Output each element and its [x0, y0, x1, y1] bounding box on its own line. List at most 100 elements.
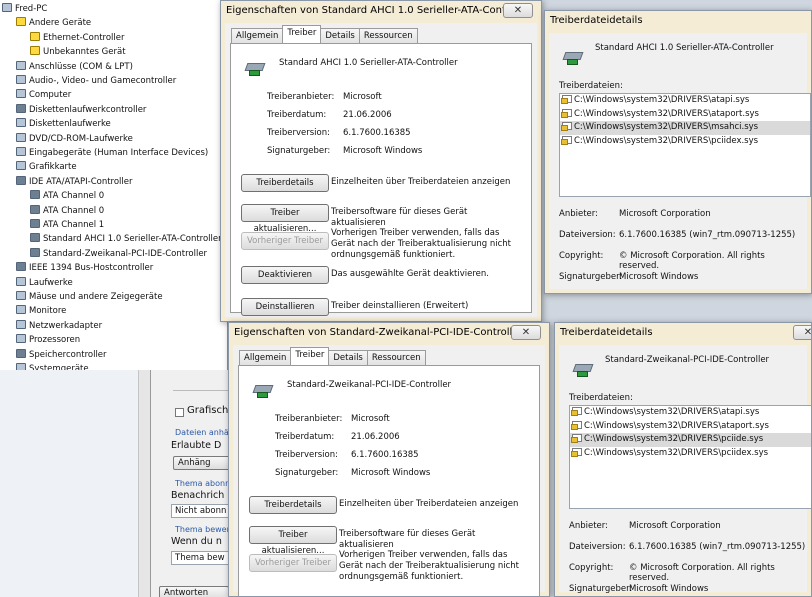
controller-icon	[16, 103, 26, 113]
mouse-icon	[16, 291, 26, 300]
window-titlebar[interactable]: Treiberdateidetails ✕	[555, 323, 811, 345]
tab-ressourcen[interactable]: Ressourcen	[358, 28, 418, 43]
tree-item-label: Monitore	[29, 306, 67, 317]
tree-item[interactable]: Computer	[16, 88, 71, 102]
action-button[interactable]: Deaktivieren	[241, 266, 329, 284]
tree-item[interactable]: Standard AHCI 1.0 Serieller-ATA-Controll…	[30, 232, 222, 246]
field-label: Treiberversion:	[267, 128, 330, 138]
tree-item[interactable]: Andere Geräte	[16, 16, 91, 30]
audio-icon	[16, 75, 26, 84]
driver-file-row[interactable]: C:\Windows\system32\DRIVERS\ataport.sys	[560, 108, 810, 122]
tree-item[interactable]: Eingabegeräte (Human Interface Devices)	[16, 146, 208, 160]
tab-details[interactable]: Details	[320, 28, 360, 43]
checkbox[interactable]	[175, 408, 184, 417]
action-button[interactable]: Vorheriger Treiber	[249, 554, 337, 572]
action-description: Vorherigen Treiber verwenden, falls das …	[331, 228, 512, 260]
controller-icon	[562, 47, 585, 67]
tab-treiber[interactable]: Treiber	[282, 25, 322, 43]
tab-strip: Allgemein Treiber Details Ressourcen	[231, 25, 418, 43]
group-label-subscribe: Thema abonn	[175, 479, 231, 488]
field-label: Treiberdatum:	[267, 110, 327, 120]
tree-item[interactable]: ATA Channel 0	[30, 204, 104, 218]
action-button[interactable]: Treiberdetails	[249, 496, 337, 514]
tree-item[interactable]: Audio-, Video- und Gamecontroller	[16, 74, 176, 88]
tree-item-label: Standard-Zweikanal-PCI-IDE-Controller	[43, 248, 208, 259]
tree-item-label: Ethernet-Controller	[43, 32, 125, 43]
driver-file-row[interactable]: C:\Windows\system32\DRIVERS\ataport.sys	[570, 420, 811, 434]
action-button[interactable]: Treiber aktualisieren...	[249, 526, 337, 556]
driver-tab-pane: Standard-Zweikanal-PCI-IDE-Controller Tr…	[238, 365, 540, 596]
field-value: 21.06.2006	[343, 110, 392, 120]
tree-item[interactable]: Monitore	[16, 304, 66, 318]
tree-item[interactable]: Diskettenlaufwerke	[16, 117, 111, 131]
computer-icon	[16, 363, 26, 370]
close-button[interactable]: ✕	[793, 325, 811, 340]
tree-item[interactable]: Unbekanntes Gerät	[30, 45, 126, 59]
controller-icon	[16, 262, 26, 272]
controller-icon	[30, 233, 40, 243]
driver-file-row[interactable]: C:\Windows\system32\DRIVERS\pciide.sys	[570, 433, 811, 447]
driver-file-row[interactable]: C:\Windows\system32\DRIVERS\pciidex.sys	[560, 135, 810, 149]
tree-item[interactable]: Laufwerke	[16, 276, 73, 290]
tree-item-label: Diskettenlaufwerkcontroller	[29, 104, 147, 115]
driver-tab-pane: Standard AHCI 1.0 Serieller-ATA-Controll…	[230, 43, 532, 316]
tab-allgemein[interactable]: Allgemein	[239, 350, 292, 365]
tree-item[interactable]: Grafikkarte	[16, 160, 77, 174]
tab-treiber[interactable]: Treiber	[290, 347, 330, 365]
action-button[interactable]: Vorheriger Treiber	[241, 232, 329, 250]
tab-allgemein[interactable]: Allgemein	[231, 28, 284, 43]
tree-item[interactable]: ATA Channel 1	[30, 218, 104, 232]
tree-item[interactable]: Mäuse und andere Zeigegeräte	[16, 290, 163, 304]
scrollbar[interactable]	[138, 370, 150, 597]
file-icon	[571, 434, 582, 443]
tree-item[interactable]: ATA Channel 0	[30, 189, 104, 203]
window-titlebar[interactable]: Treiberdateidetails	[545, 11, 807, 33]
tree-item[interactable]: Fred-PC	[2, 2, 47, 16]
tree-item-label: Laufwerke	[29, 277, 73, 288]
reply-button[interactable]: Antworten	[159, 586, 229, 597]
tree-item[interactable]: DVD/CD-ROM-Laufwerke	[16, 132, 133, 146]
tree-item[interactable]: Diskettenlaufwerkcontroller	[16, 103, 146, 117]
action-button[interactable]: Treiber aktualisieren...	[241, 204, 329, 234]
tree-item[interactable]: Ethernet-Controller	[30, 31, 125, 45]
action-description: Treiber deinstallieren (Erweitert)	[331, 301, 469, 311]
tree-item[interactable]: Systemgeräte	[16, 362, 89, 370]
tab-details[interactable]: Details	[328, 350, 368, 365]
tab-ressourcen[interactable]: Ressourcen	[366, 350, 426, 365]
driver-file-row[interactable]: C:\Windows\system32\DRIVERS\atapi.sys	[570, 406, 811, 420]
window-titlebar[interactable]: Eigenschaften von Standard-Zweikanal-PCI…	[229, 323, 545, 345]
action-button[interactable]: Treiberdetails	[241, 174, 329, 192]
tree-item[interactable]: Prozessoren	[16, 333, 80, 347]
driver-file-row[interactable]: C:\Windows\system32\DRIVERS\atapi.sys	[560, 94, 810, 108]
background-panel	[0, 370, 150, 597]
drive-icon	[16, 132, 26, 142]
controller-icon	[30, 204, 40, 214]
cpu-icon	[16, 334, 26, 344]
field-value: Microsoft	[351, 414, 390, 424]
device-name: Standard AHCI 1.0 Serieller-ATA-Controll…	[595, 43, 774, 53]
tree-item[interactable]: IEEE 1394 Bus-Hostcontroller	[16, 261, 153, 275]
controller-icon	[30, 247, 40, 257]
driver-files-list[interactable]: C:\Windows\system32\DRIVERS\atapi.sys C:\…	[569, 405, 811, 509]
window-title: Eigenschaften von Standard-Zweikanal-PCI…	[234, 327, 523, 338]
tree-item[interactable]: Netzwerkadapter	[16, 319, 102, 333]
driver-file-row[interactable]: C:\Windows\system32\DRIVERS\pciidex.sys	[570, 447, 811, 461]
driver-file-row[interactable]: C:\Windows\system32\DRIVERS\msahci.sys	[560, 121, 810, 135]
tree-item[interactable]: Standard-Zweikanal-PCI-IDE-Controller	[30, 247, 207, 261]
window-titlebar[interactable]: Eigenschaften von Standard AHCI 1.0 Seri…	[221, 1, 537, 23]
tree-item-label: Unbekanntes Gerät	[43, 47, 126, 58]
close-button[interactable]: ✕	[503, 3, 533, 18]
tree-item-label: Standard AHCI 1.0 Serieller-ATA-Controll…	[43, 234, 222, 245]
tree-item-label: ATA Channel 1	[43, 220, 105, 230]
tree-item[interactable]: Anschlüsse (COM & LPT)	[16, 60, 133, 74]
action-button[interactable]: Deinstallieren	[241, 298, 329, 316]
tree-item[interactable]: IDE ATA/ATAPI-Controller	[16, 175, 133, 189]
tree-item[interactable]: Speichercontroller	[16, 348, 107, 362]
info-value: Microsoft Windows	[619, 272, 699, 282]
hid-icon	[16, 147, 26, 156]
file-path: C:\Windows\system32\DRIVERS\ataport.sys	[584, 420, 769, 431]
field-label: Treiberversion:	[275, 450, 338, 460]
close-button[interactable]: ✕	[511, 325, 541, 340]
background-form-window: Grafisch Dateien anhä Erlaubte D Anhäng …	[150, 370, 243, 597]
driver-files-list[interactable]: C:\Windows\system32\DRIVERS\atapi.sys C:\…	[559, 93, 811, 197]
